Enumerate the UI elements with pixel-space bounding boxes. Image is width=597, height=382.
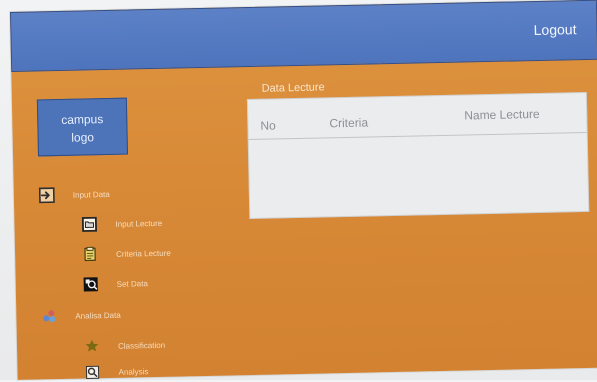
sidebar-item-label: Input Data	[72, 189, 110, 200]
table-header: No Criteria Name Lecture	[247, 92, 587, 141]
analysis-icon	[41, 308, 57, 324]
sidebar-item-label: Set Data	[116, 278, 148, 289]
campus-logo: campus logo	[36, 97, 129, 157]
sidebar-item-input-data[interactable]: Input Data	[38, 186, 110, 204]
star-icon	[84, 338, 100, 354]
sidebar-item-analisa-data[interactable]: Analisa Data	[41, 307, 121, 325]
folder-icon	[81, 216, 98, 232]
app-frame: Logout campus logo Input Data Input Lect	[10, 0, 597, 380]
page-title: Data Lecture	[261, 81, 325, 95]
magnifier-icon	[84, 364, 100, 380]
lecture-table: No Criteria Name Lecture	[246, 91, 590, 220]
campus-logo-text: campus logo	[61, 112, 104, 145]
sidebar-item-label: Criteria Lecture	[115, 248, 171, 259]
column-no: No	[260, 118, 276, 133]
logout-button[interactable]: Logout	[533, 21, 576, 38]
sidebar-item-set-data[interactable]: Set Data	[83, 275, 148, 292]
column-criteria: Criteria	[329, 115, 369, 131]
input-icon	[38, 187, 55, 204]
sidebar-item-label: Input Lecture	[115, 218, 163, 229]
sidebar-item-label: Analysis	[118, 366, 149, 377]
clipboard-icon	[82, 246, 98, 262]
sidebar-item-label: Analisa Data	[75, 310, 121, 321]
sidebar-item-criteria-lecture[interactable]: Criteria Lecture	[82, 245, 171, 263]
sidebar-item-classification[interactable]: Classification	[84, 337, 165, 355]
top-header: Logout	[10, 0, 597, 72]
sidebar-item-input-lecture[interactable]: Input Lecture	[81, 215, 162, 233]
column-name-lecture: Name Lecture	[464, 106, 540, 123]
sidebar: campus logo Input Data Input Lecture Cri…	[11, 67, 247, 380]
sidebar-item-label: Classification	[117, 340, 166, 351]
sidebar-item-analysis[interactable]: Analysis	[84, 363, 148, 380]
search-icon	[83, 276, 99, 292]
